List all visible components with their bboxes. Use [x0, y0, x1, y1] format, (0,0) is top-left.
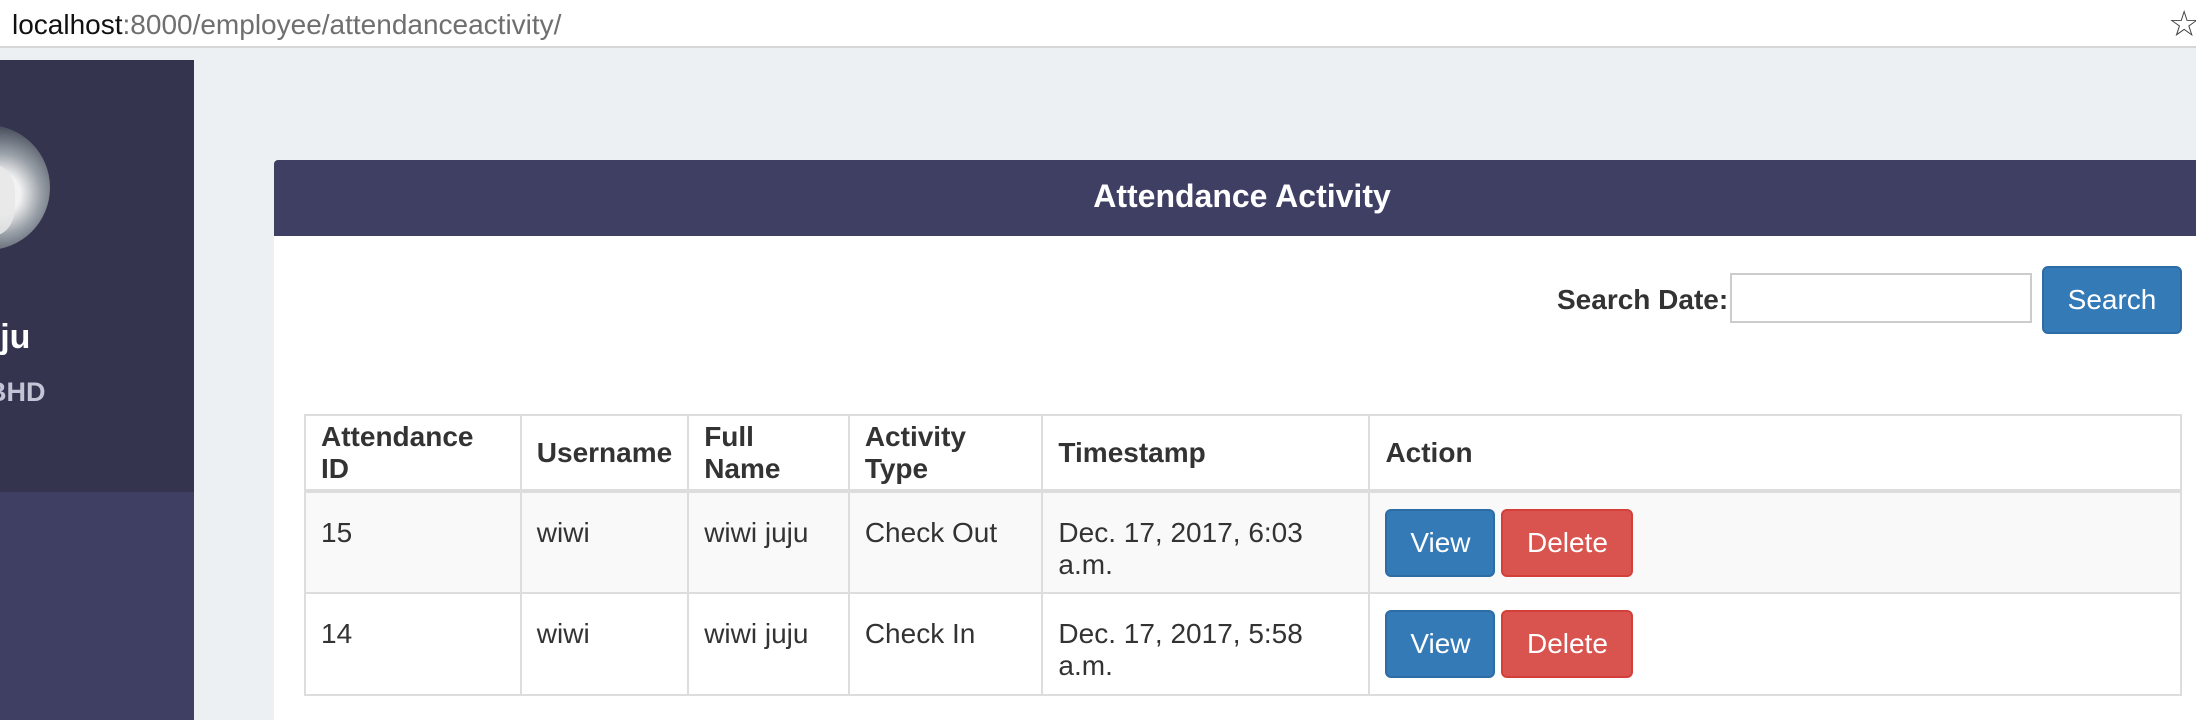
profile-name: juju [0, 318, 31, 356]
delete-button[interactable]: Delete [1501, 610, 1634, 678]
sidebar-profile: juju N BHD [0, 60, 194, 492]
column-header-full-name: Full Name [687, 414, 850, 493]
cell-attendance-id: 15 [304, 490, 522, 594]
column-header-activity-type: Activity Type [847, 414, 1044, 493]
browser-address-bar[interactable]: localhost:8000/employee/attendanceactivi… [0, 0, 2196, 48]
profile-company: N BHD [0, 377, 46, 407]
avatar [0, 125, 50, 250]
cell-activity-type: Check In [847, 592, 1044, 696]
url-text[interactable]: localhost:8000/employee/attendanceactivi… [12, 8, 561, 42]
page-title: Attendance Activity [1093, 178, 1391, 214]
view-button[interactable]: View [1385, 509, 1496, 577]
panel-header: Attendance Activity [274, 160, 2196, 236]
cell-username: wiwi [519, 592, 690, 696]
delete-button[interactable]: Delete [1501, 509, 1634, 577]
url-path: :8000/employee/attendanceactivity/ [122, 9, 562, 40]
search-button[interactable]: Search [2042, 266, 2182, 334]
cell-username: wiwi [519, 490, 690, 594]
cell-actions: View Delete [1368, 592, 2182, 696]
search-date-label: Search Date: [1557, 284, 1729, 315]
sidebar: juju N BHD D [0, 60, 194, 720]
url-host: localhost [12, 9, 123, 40]
search-date-input[interactable] [1730, 273, 2032, 323]
column-header-attendance-id: Attendance ID [304, 414, 522, 493]
view-button[interactable]: View [1385, 610, 1496, 678]
cell-full-name: wiwi juju [687, 592, 850, 696]
table-header-row: Attendance ID Username Full Name Activit… [304, 414, 2182, 493]
cell-timestamp: Dec. 17, 2017, 6:03 a.m. [1041, 490, 1371, 594]
cell-attendance-id: 14 [304, 592, 522, 696]
bookmark-star-icon[interactable]: ☆ [2168, 4, 2196, 44]
table-row: 14 wiwi wiwi juju Check In Dec. 17, 2017… [304, 592, 2182, 696]
cell-actions: View Delete [1368, 490, 2182, 594]
column-header-timestamp: Timestamp [1041, 414, 1371, 493]
cell-full-name: wiwi juju [687, 490, 850, 594]
table-row: 15 wiwi wiwi juju Check Out Dec. 17, 201… [304, 490, 2182, 594]
cell-activity-type: Check Out [847, 490, 1044, 594]
attendance-table: Attendance ID Username Full Name Activit… [304, 414, 2182, 696]
column-header-action: Action [1368, 414, 2182, 493]
attendance-panel: Attendance Activity Search Date: Search … [274, 160, 2196, 720]
column-header-username: Username [519, 414, 690, 493]
cell-timestamp: Dec. 17, 2017, 5:58 a.m. [1041, 592, 1371, 696]
